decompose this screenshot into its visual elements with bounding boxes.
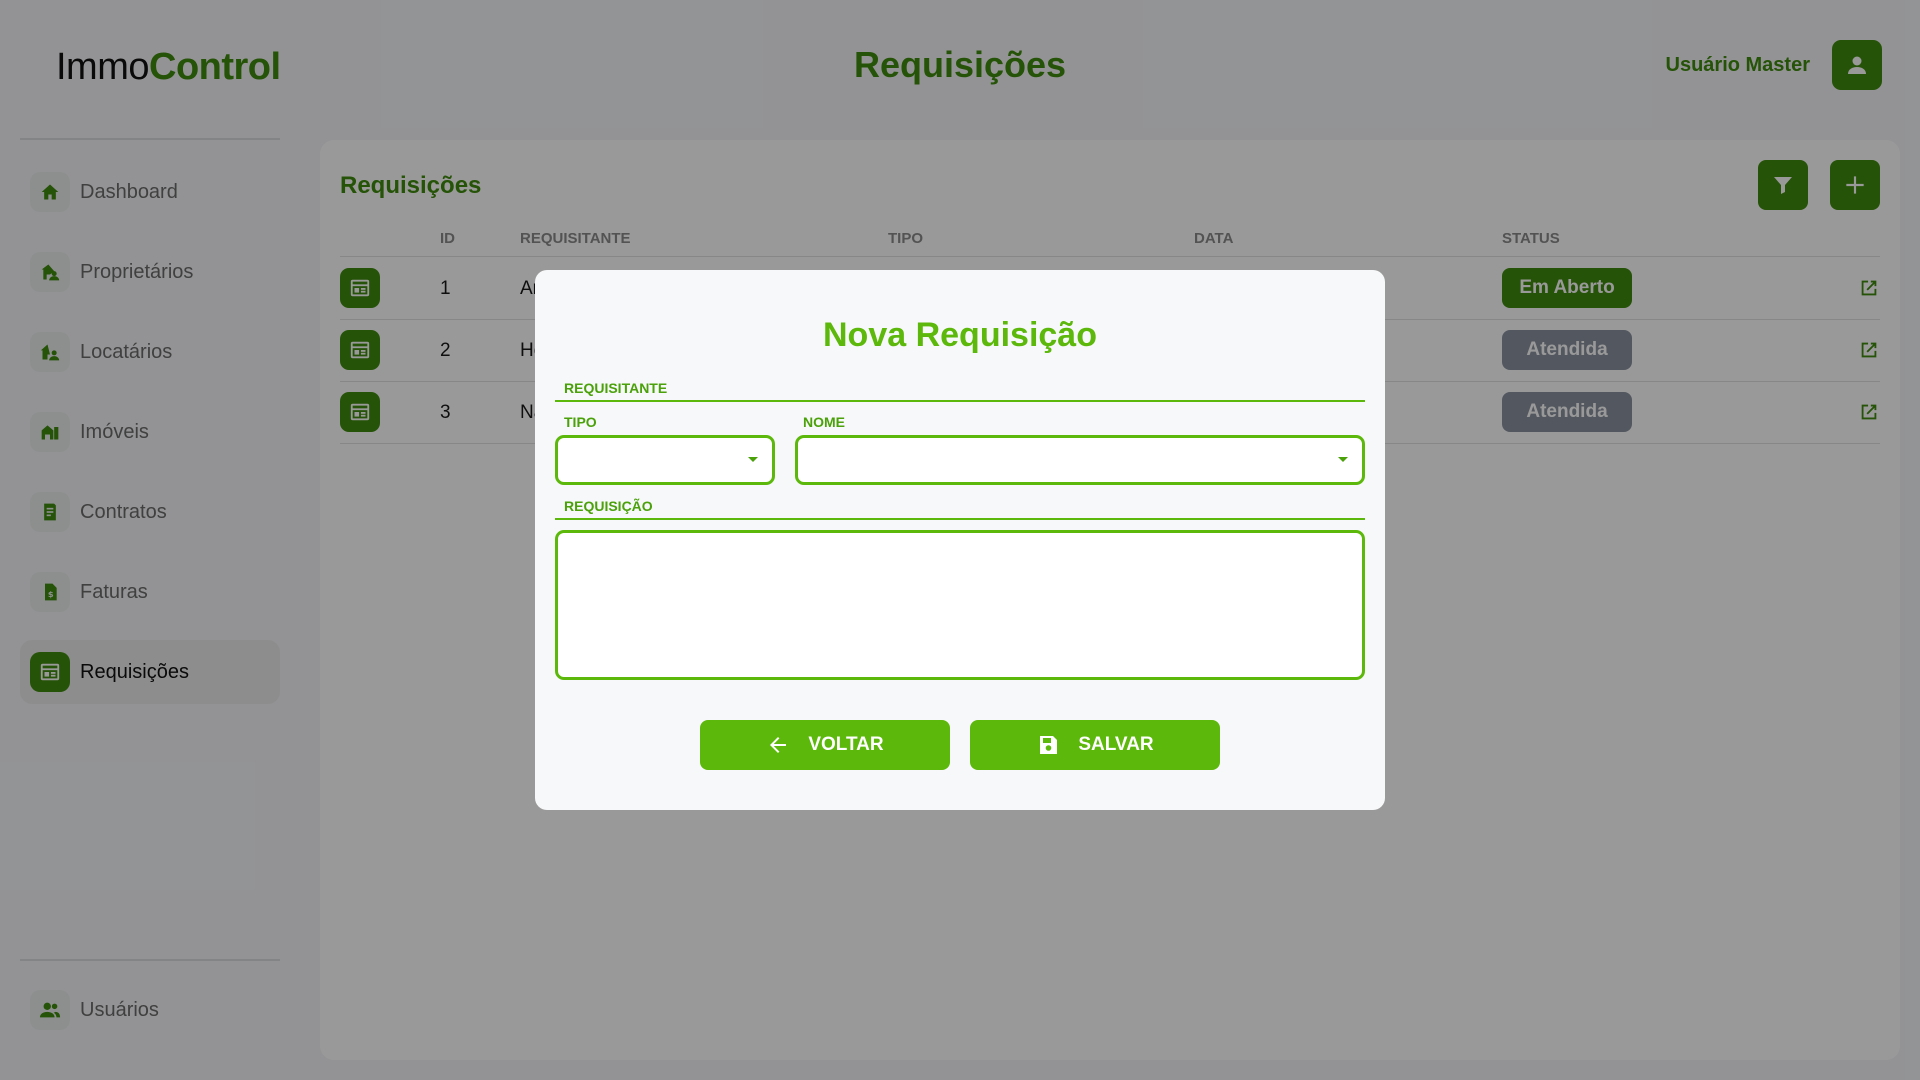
chevron-down-icon bbox=[1338, 457, 1348, 462]
section-divider bbox=[555, 518, 1365, 520]
requisicao-textarea[interactable] bbox=[555, 530, 1365, 680]
tipo-label: TIPO bbox=[564, 414, 597, 430]
section-divider bbox=[555, 400, 1365, 402]
save-button-label: SALVAR bbox=[1078, 734, 1154, 755]
arrow-left-icon bbox=[770, 737, 787, 753]
section-label-requisitante: REQUISITANTE bbox=[564, 380, 668, 396]
back-button[interactable]: VOLTAR bbox=[700, 720, 950, 770]
section-label-requisicao: REQUISIÇÃO bbox=[564, 498, 653, 514]
back-button-label: VOLTAR bbox=[808, 734, 884, 755]
nome-select[interactable] bbox=[795, 435, 1365, 485]
save-button[interactable]: SALVAR bbox=[970, 720, 1220, 770]
chevron-down-icon bbox=[748, 457, 758, 462]
nome-label: NOME bbox=[803, 414, 845, 430]
tipo-select[interactable] bbox=[555, 435, 775, 485]
modal-title: Nova Requisição bbox=[823, 316, 1097, 354]
new-request-modal: Nova Requisição REQUISITANTE TIPO NOME R… bbox=[535, 270, 1385, 810]
save-icon bbox=[1040, 736, 1058, 754]
